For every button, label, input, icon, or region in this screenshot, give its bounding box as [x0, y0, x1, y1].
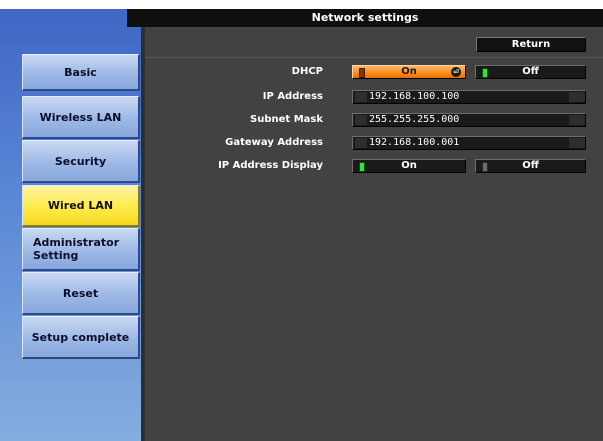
enter-return-icon: ⏎	[451, 67, 461, 77]
ip-display-on-button[interactable]: On	[352, 159, 466, 173]
dhcp-off-button[interactable]: Off	[475, 65, 586, 79]
gateway-address-field[interactable]: 192.168.100.001	[352, 136, 586, 150]
sidebar-item-wireless-lan[interactable]: Wireless LAN	[22, 96, 140, 139]
sidebar-item-wired-lan[interactable]: Wired LAN	[22, 185, 140, 227]
ip-address-value: 192.168.100.100	[369, 91, 460, 102]
field-cursor	[355, 138, 367, 148]
dhcp-off-label: Off	[522, 66, 539, 77]
subnet-mask-value: 255.255.255.000	[369, 114, 460, 125]
dhcp-on-label: On	[401, 66, 417, 77]
indicator-led-icon	[482, 162, 488, 172]
ip-display-on-label: On	[401, 160, 417, 171]
ip-address-field[interactable]: 192.168.100.100	[352, 90, 586, 104]
sidebar-item-administrator-setting[interactable]: Administrator Setting	[22, 228, 140, 271]
sidebar-item-setup-complete[interactable]: Setup complete	[22, 316, 140, 359]
dhcp-label: DHCP	[291, 66, 323, 77]
sidebar-item-label: Wireless LAN	[39, 110, 122, 124]
indicator-led-icon	[359, 68, 365, 78]
sidebar-item-security[interactable]: Security	[22, 140, 140, 183]
window-title: Network settings	[127, 9, 603, 27]
divider	[145, 57, 603, 58]
ip-address-display-label: IP Address Display	[218, 160, 323, 171]
field-shade	[569, 138, 585, 148]
ip-display-off-label: Off	[522, 160, 539, 171]
gateway-address-value: 192.168.100.001	[369, 137, 460, 148]
sidebar: Basic Wireless LAN Security Wired LAN Ad…	[0, 9, 145, 441]
network-settings-screen: Basic Wireless LAN Security Wired LAN Ad…	[0, 9, 603, 441]
ip-address-label: IP Address	[262, 91, 323, 102]
field-cursor	[355, 92, 367, 102]
field-shade	[569, 115, 585, 125]
sidebar-item-reset[interactable]: Reset	[22, 272, 140, 315]
subnet-mask-field[interactable]: 255.255.255.000	[352, 113, 586, 127]
sidebar-item-label: Reset	[62, 286, 99, 300]
indicator-led-icon	[359, 162, 365, 172]
ip-display-off-button[interactable]: Off	[475, 159, 586, 173]
sidebar-item-label: Wired LAN	[47, 199, 114, 212]
gateway-address-label: Gateway Address	[225, 137, 323, 148]
indicator-led-icon	[482, 68, 488, 78]
sidebar-item-label: Administrator Setting	[33, 236, 120, 262]
subnet-mask-label: Subnet Mask	[250, 114, 323, 125]
field-shade	[569, 92, 585, 102]
sidebar-item-basic[interactable]: Basic	[22, 54, 140, 91]
sidebar-item-label: Basic	[64, 65, 97, 79]
sidebar-item-label: Security	[54, 154, 107, 168]
field-cursor	[355, 115, 367, 125]
return-button[interactable]: Return	[476, 37, 586, 52]
sidebar-item-label: Setup complete	[31, 330, 130, 344]
dhcp-on-button[interactable]: On ⏎	[352, 65, 466, 79]
